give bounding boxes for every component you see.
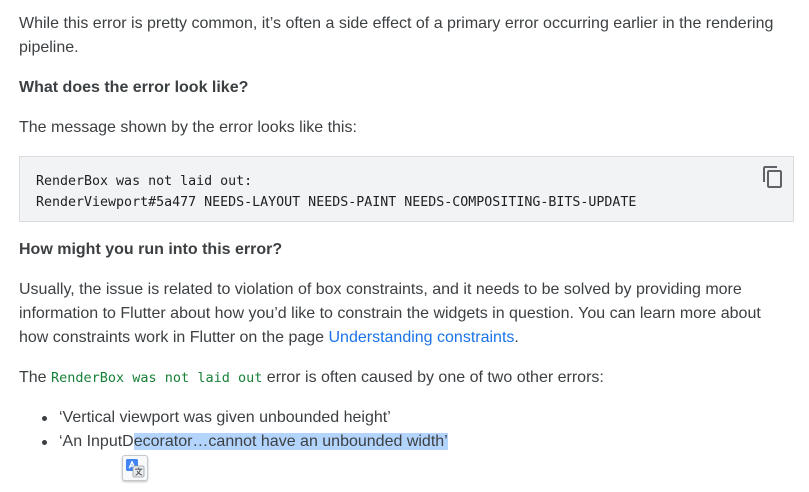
code-line: RenderViewport#5a477 NEEDS-LAYOUT NEEDS-… [36, 195, 637, 210]
copy-icon [761, 165, 785, 189]
understanding-constraints-link[interactable]: Understanding constraints [329, 329, 515, 346]
list-item: ‘Vertical viewport was given unbounded h… [42, 406, 794, 430]
list-item: ‘An InputDecorator…cannot have an unboun… [42, 430, 794, 454]
list-item-text: ‘An InputD [59, 433, 134, 450]
copy-button[interactable] [761, 165, 785, 189]
inline-code: RenderBox was not laid out [51, 370, 263, 386]
selected-text: ecorator…cannot have an unbounded width’ [133, 433, 448, 450]
cause-suffix: error is often caused by one of two othe… [262, 369, 604, 386]
code-line: RenderBox was not laid out: [36, 174, 253, 189]
constraints-paragraph: Usually, the issue is related to violati… [19, 278, 794, 350]
intro-paragraph: While this error is pretty common, it’s … [19, 15, 774, 56]
code-block: RenderBox was not laid out: RenderViewpo… [19, 156, 794, 222]
translate-button[interactable] [122, 455, 148, 481]
constraints-text-end: . [514, 329, 519, 346]
message-intro-paragraph: The message shown by the error looks lik… [19, 119, 357, 136]
heading-what-error-looks-like: What does the error look like? [19, 79, 249, 96]
heading-how-run-into-error: How might you run into this error? [19, 241, 283, 258]
cause-paragraph: The RenderBox was not laid out error is … [19, 366, 794, 390]
cause-prefix: The [19, 369, 52, 386]
error-list: ‘Vertical viewport was given unbounded h… [19, 406, 794, 454]
article-body: While this error is pretty common, it’s … [19, 12, 794, 454]
translate-icon [123, 456, 147, 480]
